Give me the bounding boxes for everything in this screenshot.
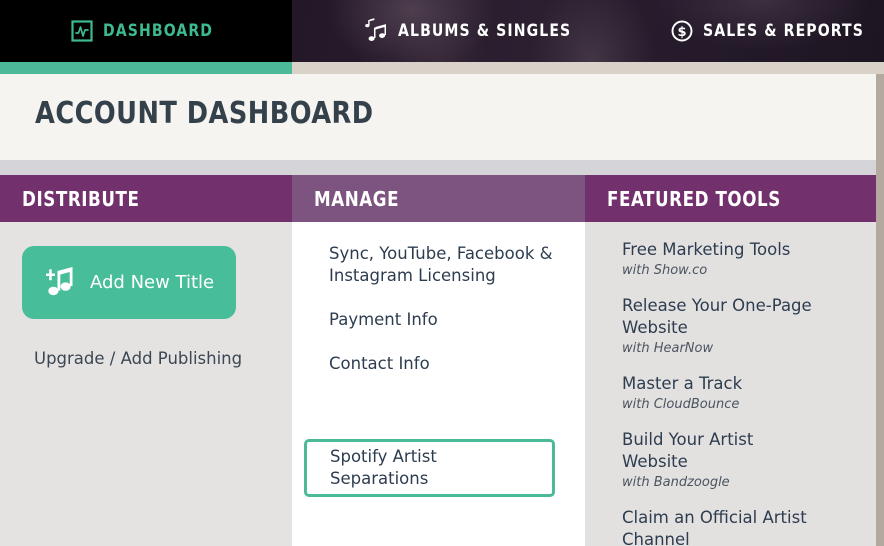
featured-tool-official-artist-channel[interactable]: Claim an Official Artist Channel with Yo… (622, 507, 876, 546)
featured-tool-title: Free Marketing Tools (622, 240, 791, 259)
nav-tab-dashboard-label: DASHBOARD (102, 21, 213, 41)
featured-tool-subtitle: with Show.co (622, 263, 708, 278)
manage-link-contact-info[interactable]: Contact Info (292, 353, 585, 375)
column-manage-body: Sync, YouTube, Facebook & Instagram Lice… (292, 222, 585, 497)
featured-tool-title: Claim an Official Artist Channel (622, 508, 807, 546)
column-featured-tools: FEATURED TOOLS Free Marketing Tools with… (585, 175, 876, 546)
nav-tab-sales-reports-label: SALES & REPORTS (703, 21, 864, 41)
top-navigation-bar: DASHBOARD ALBUMS & SINGLES $ SALES & REP… (0, 0, 884, 62)
featured-tool-subtitle: with HearNow (622, 341, 714, 356)
column-manage-header: MANAGE (292, 175, 585, 222)
column-featured-tools-header-label: FEATURED TOOLS (607, 186, 781, 211)
featured-tool-subtitle: with CloudBounce (622, 397, 740, 412)
nav-tab-sales-reports[interactable]: $ SALES & REPORTS (670, 19, 878, 43)
featured-tool-build-artist-website[interactable]: Build Your Artist Website with Bandzoogl… (622, 429, 876, 491)
strip-beige-fill (292, 62, 884, 74)
page-title: ACCOUNT DASHBOARD (35, 96, 374, 131)
column-distribute-header: DISTRIBUTE (0, 175, 292, 222)
featured-tool-one-page-website[interactable]: Release Your One-Page Website with HearN… (622, 295, 876, 357)
manage-link-sync-licensing[interactable]: Sync, YouTube, Facebook & Instagram Lice… (292, 243, 585, 287)
featured-tool-title: Master a Track (622, 374, 743, 393)
svg-text:$: $ (677, 25, 686, 40)
waveform-chart-icon (70, 19, 94, 43)
column-distribute-body: Add New Title Upgrade / Add Publishing (0, 222, 292, 368)
nav-active-indicator-strip (0, 62, 884, 74)
column-manage: MANAGE Sync, YouTube, Facebook & Instagr… (292, 175, 585, 546)
music-notes-icon (365, 18, 389, 44)
column-distribute-header-label: DISTRIBUTE (22, 186, 140, 211)
nav-tab-albums-singles-label: ALBUMS & SINGLES (398, 21, 572, 41)
page-scrollbar[interactable] (876, 74, 884, 546)
active-tab-underline (0, 62, 292, 74)
column-distribute: DISTRIBUTE Add New Title Upgrade / Add P… (0, 175, 292, 546)
nav-tab-dashboard[interactable]: DASHBOARD (0, 0, 292, 62)
column-featured-tools-body: Free Marketing Tools with Show.co Releas… (585, 222, 876, 546)
dollar-circle-icon: $ (670, 19, 694, 43)
manage-link-spotify-artist-separations[interactable]: Spotify Artist Separations (307, 446, 552, 490)
add-new-title-button[interactable]: Add New Title (22, 246, 236, 319)
column-featured-tools-header: FEATURED TOOLS (585, 175, 876, 222)
featured-tool-free-marketing-tools[interactable]: Free Marketing Tools with Show.co (622, 239, 876, 279)
nav-tab-albums-singles[interactable]: ALBUMS & SINGLES (365, 18, 586, 44)
manage-link-spotify-artist-separations-highlight[interactable]: Spotify Artist Separations (304, 439, 555, 497)
column-manage-header-label: MANAGE (314, 186, 400, 211)
manage-link-payment-info[interactable]: Payment Info (292, 309, 585, 331)
featured-tool-title: Release Your One-Page Website (622, 296, 812, 337)
add-new-title-button-label: Add New Title (90, 272, 215, 293)
title-divider (0, 160, 884, 175)
featured-tool-master-a-track[interactable]: Master a Track with CloudBounce (622, 373, 876, 413)
nav-right-section: ALBUMS & SINGLES $ SALES & REPORTS (292, 0, 884, 62)
account-dashboard-page: DASHBOARD ALBUMS & SINGLES $ SALES & REP… (0, 0, 884, 546)
featured-tool-subtitle: with Bandzoogle (622, 475, 730, 490)
page-title-band: ACCOUNT DASHBOARD (0, 74, 884, 160)
upgrade-add-publishing-link[interactable]: Upgrade / Add Publishing (34, 349, 292, 368)
featured-tool-title: Build Your Artist Website (622, 430, 754, 471)
dashboard-columns: DISTRIBUTE Add New Title Upgrade / Add P… (0, 175, 884, 546)
add-music-note-icon (44, 265, 78, 301)
